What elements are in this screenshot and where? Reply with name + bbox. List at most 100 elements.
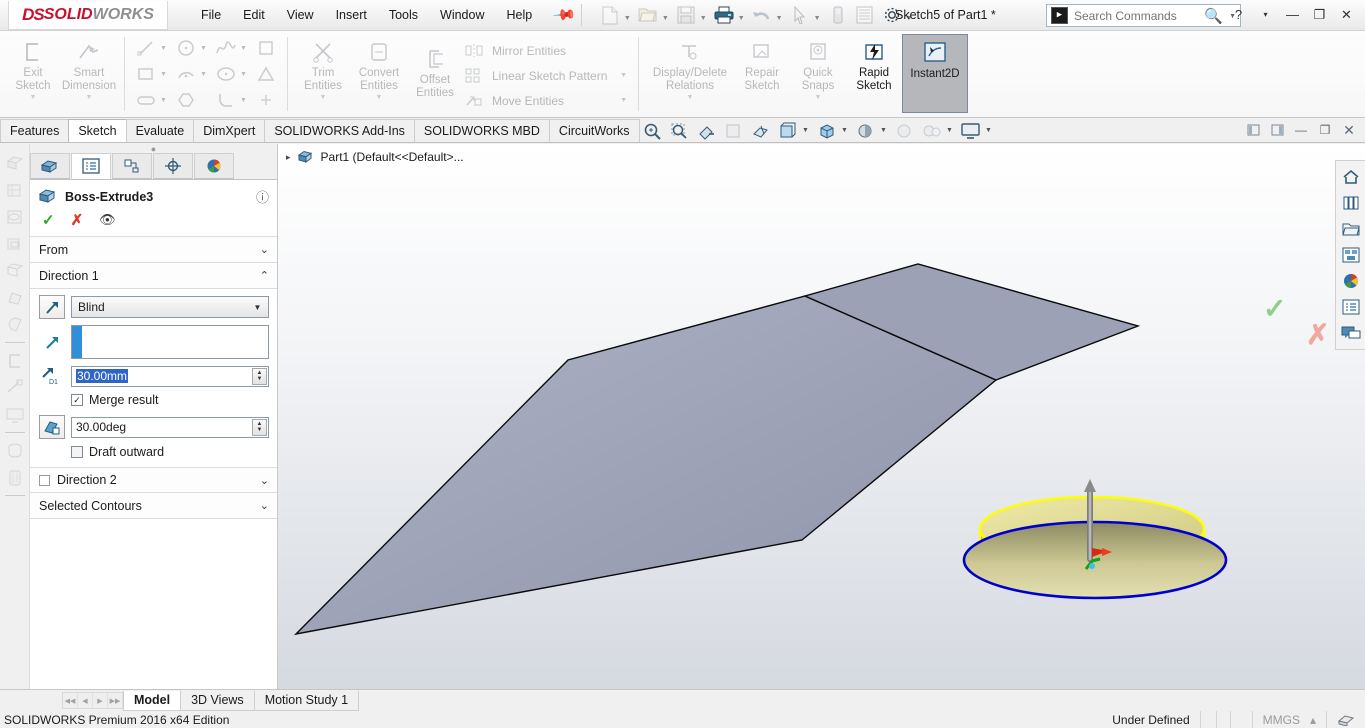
tab-circuitworks[interactable]: CircuitWorks: [548, 119, 640, 142]
rapid-sketch-button[interactable]: Rapid Sketch: [846, 34, 902, 96]
arc-caret-icon[interactable]: ▼: [200, 71, 212, 78]
chevron-down-icon[interactable]: ⌄: [260, 499, 269, 512]
open-document-icon[interactable]: [635, 3, 661, 27]
file-explorer-folder-icon[interactable]: [1339, 217, 1363, 241]
save-icon[interactable]: [673, 3, 699, 27]
slot-caret-icon[interactable]: ▼: [160, 97, 172, 104]
display-style-caret-icon[interactable]: ▼: [802, 127, 812, 134]
restore-left-icon[interactable]: [1243, 120, 1263, 140]
display-delete-relations-button[interactable]: Display/Delete Relations ▼: [646, 34, 734, 101]
chevron-down-icon[interactable]: ⌄: [260, 243, 269, 256]
tab-solidworks-mbd[interactable]: SOLIDWORKS MBD: [413, 119, 550, 142]
chevron-down-icon[interactable]: ▼: [249, 299, 266, 315]
lofted-boss-icon[interactable]: [3, 284, 27, 311]
polygon-icon[interactable]: [252, 62, 280, 86]
menu-insert[interactable]: Insert: [325, 4, 378, 26]
zoom-to-area-icon[interactable]: [667, 119, 692, 142]
pin-icon[interactable]: 📌: [552, 2, 578, 28]
draft-angle-input[interactable]: 30.00deg ▲ ▼: [71, 416, 269, 438]
hide-show-caret-icon[interactable]: ▼: [841, 127, 851, 134]
display-grid-icon[interactable]: [3, 401, 27, 428]
tab-3d-views[interactable]: 3D Views: [180, 690, 255, 711]
section-from[interactable]: From ⌄: [30, 237, 277, 263]
tab-features[interactable]: Features: [0, 119, 70, 142]
reverse-direction-icon[interactable]: [39, 295, 65, 319]
exit-sketch-dropdown-icon[interactable]: ▼: [30, 94, 37, 101]
rebuild-icon[interactable]: [825, 3, 851, 27]
new-document-caret-icon[interactable]: ▼: [624, 15, 634, 22]
print-caret-icon[interactable]: ▼: [738, 15, 748, 22]
linear-sketch-pattern-dropdown-icon[interactable]: ▼: [620, 72, 631, 79]
trim-entities-button[interactable]: Trim Entities ▼: [295, 34, 351, 101]
viewport-layout-icon[interactable]: [958, 119, 983, 142]
nav-last-icon[interactable]: ▶▶: [108, 693, 123, 708]
circle-caret-icon[interactable]: ▼: [200, 45, 212, 52]
arc-icon[interactable]: [172, 62, 200, 86]
search-input[interactable]: [1072, 7, 1192, 24]
merge-result-row[interactable]: ✓ Merge result: [71, 393, 269, 407]
direction-reference-field[interactable]: [71, 325, 269, 359]
draft-angle-stepper[interactable]: ▲ ▼: [252, 418, 267, 436]
custom-properties-icon[interactable]: [1339, 295, 1363, 319]
hole-wizard-icon[interactable]: [3, 437, 27, 464]
nav-prev-icon[interactable]: ◀: [78, 693, 93, 708]
menu-view[interactable]: View: [276, 4, 325, 26]
appearances-scenes-globe-icon[interactable]: [1339, 269, 1363, 293]
ellipse-caret-icon[interactable]: ▼: [240, 71, 252, 78]
slot-icon[interactable]: [132, 88, 160, 112]
mirror-entities-item[interactable]: Mirror Entities: [463, 38, 631, 63]
smart-dimension-dropdown-icon[interactable]: ▼: [86, 94, 93, 101]
convert-entities-button[interactable]: Convert Entities ▼: [351, 34, 407, 101]
display-style-icon[interactable]: [775, 119, 800, 142]
end-condition-select[interactable]: Blind ▼: [71, 296, 269, 318]
property-manager-tab[interactable]: [71, 153, 111, 179]
tab-evaluate[interactable]: Evaluate: [125, 119, 195, 142]
viewport-layout-caret-icon[interactable]: ▼: [985, 127, 995, 134]
tab-model[interactable]: Model: [123, 690, 182, 711]
offset-entities-button[interactable]: Offset Entities: [407, 34, 463, 99]
tab-motion-study-1[interactable]: Motion Study 1: [253, 690, 360, 711]
revolved-boss-icon[interactable]: [3, 203, 27, 230]
editing-part-icon[interactable]: [1326, 711, 1365, 728]
smart-dimension-button[interactable]: Smart Dimension ▼: [61, 34, 117, 101]
nav-first-icon[interactable]: ◀◀: [63, 693, 78, 708]
detailed-preview-eye-icon[interactable]: 👁: [99, 212, 116, 228]
viewport-accept-check-icon[interactable]: ✓: [1263, 292, 1286, 325]
select-arrow-icon[interactable]: [787, 3, 813, 27]
point-icon[interactable]: [252, 88, 280, 112]
undo-caret-icon[interactable]: ▼: [776, 15, 786, 22]
document-close-icon[interactable]: ✕: [1339, 120, 1359, 140]
polygon-alt-icon[interactable]: [172, 88, 200, 112]
tab-dimxpert[interactable]: DimXpert: [193, 119, 266, 142]
minimize-button[interactable]: —: [1280, 3, 1305, 26]
tab-sketch[interactable]: Sketch: [68, 119, 127, 142]
dimxpert-manager-tab[interactable]: [153, 153, 193, 179]
fillet-icon[interactable]: [212, 88, 240, 112]
fillet-caret-icon[interactable]: ▼: [240, 97, 252, 104]
extruded-cut-icon[interactable]: [3, 176, 27, 203]
linear-sketch-pattern-item[interactable]: Linear Sketch Pattern ▼: [463, 63, 631, 88]
help-caret-icon[interactable]: ▾: [1253, 3, 1278, 26]
units-label[interactable]: MMGS: [1251, 711, 1310, 728]
move-entities-item[interactable]: Move Entities ▼: [463, 88, 631, 113]
menu-window[interactable]: Window: [429, 4, 495, 26]
save-caret-icon[interactable]: ▼: [700, 15, 710, 22]
help-button[interactable]: ?: [1226, 3, 1251, 26]
help-question-icon[interactable]: ⓘ: [256, 187, 269, 206]
direction2-checkbox[interactable]: [39, 474, 50, 486]
restore-right-icon[interactable]: [1267, 120, 1287, 140]
menu-edit[interactable]: Edit: [232, 4, 276, 26]
fillet-feature-icon[interactable]: [3, 311, 27, 338]
graphics-viewport[interactable]: ▸ Part1 (Default<<Default>... ✓ ✗: [278, 144, 1365, 689]
edit-appearance-icon[interactable]: [853, 119, 878, 142]
menu-help[interactable]: Help: [496, 4, 544, 26]
depth-input[interactable]: 30.00mm ▲ ▼: [71, 365, 269, 387]
section-view-icon[interactable]: [721, 119, 746, 142]
line-icon[interactable]: [132, 36, 160, 60]
search-commands-box[interactable]: ▶ 🔍 ▼: [1046, 4, 1241, 27]
quick-snaps-dropdown-icon[interactable]: ▼: [815, 94, 822, 101]
undo-icon[interactable]: [749, 3, 775, 27]
repair-sketch-button[interactable]: Repair Sketch: [734, 34, 790, 96]
sketch-feature-icon[interactable]: [3, 347, 27, 374]
cancel-x-icon[interactable]: ✗: [71, 211, 84, 229]
